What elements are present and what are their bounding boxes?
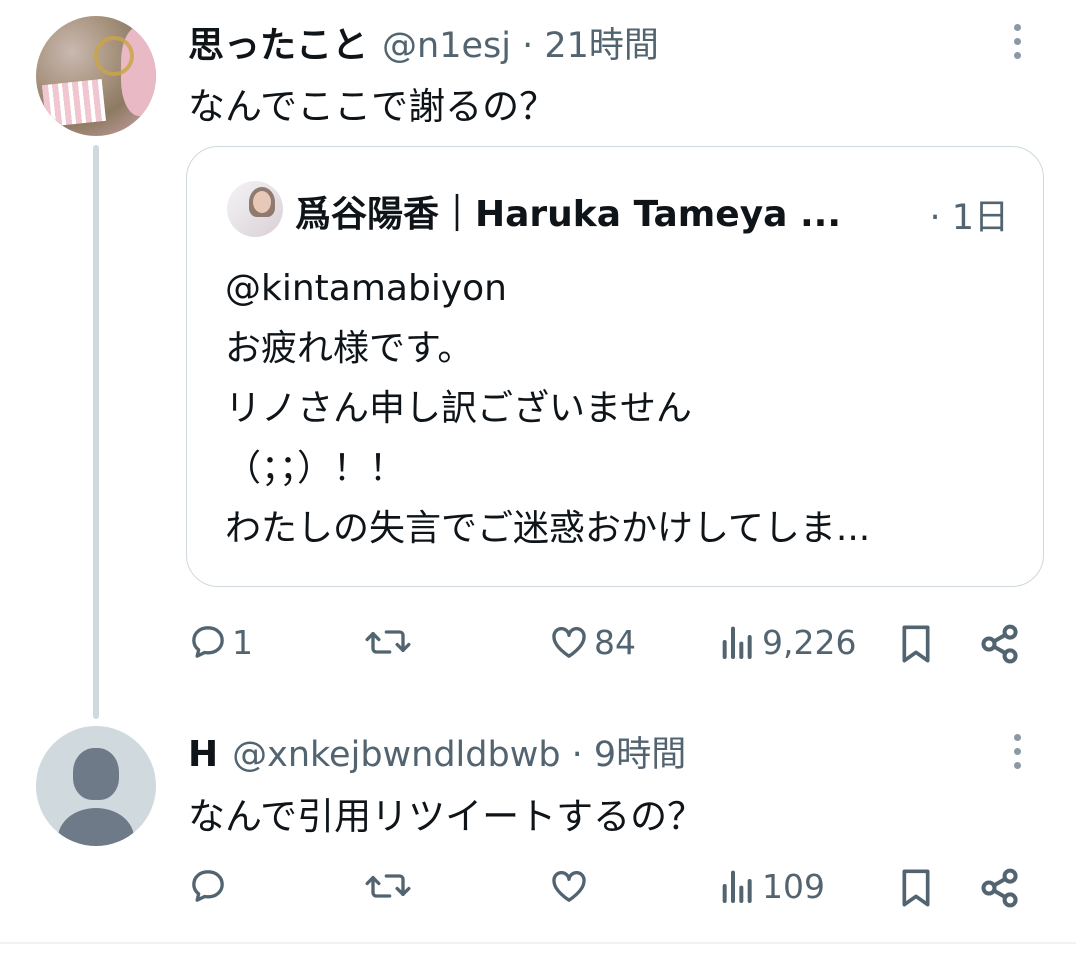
share-button[interactable] <box>978 622 1022 666</box>
like-icon <box>552 626 586 658</box>
reply-button[interactable] <box>188 866 232 906</box>
display-name[interactable]: H <box>188 734 218 775</box>
bookmark-button[interactable] <box>896 866 936 910</box>
default-avatar-body <box>58 808 134 846</box>
views-icon <box>722 626 752 659</box>
user-avatar[interactable] <box>36 726 156 846</box>
reply-button[interactable]: 1 <box>188 622 253 662</box>
like-icon <box>552 870 586 902</box>
tweet-header: 思ったこと @n1esj · 21時間 <box>188 16 659 68</box>
avatar-detail <box>94 36 134 76</box>
views-count: 9,226 <box>762 622 857 662</box>
tweet-text: なんでここで謝るの？ <box>188 85 557 128</box>
tweet-text: なんで引用リツイートするの？ <box>188 795 705 838</box>
quoted-time: · 1日 <box>929 198 1009 238</box>
like-button[interactable]: 84 <box>548 622 636 662</box>
bookmark-icon <box>902 625 930 663</box>
like-button[interactable] <box>548 866 594 906</box>
tweet-header: H @xnkejbwndldbwb · 9時間 <box>188 726 686 777</box>
default-avatar-head <box>73 748 119 800</box>
views-button[interactable]: 109 <box>718 866 825 906</box>
handle-and-time[interactable]: @xnkejbwndldbwb · 9時間 <box>232 726 686 777</box>
display-name[interactable]: 思ったこと <box>188 16 368 68</box>
quoted-tweet[interactable]: 爲谷陽香｜Haruka Tameya ... · 1日 @kintamabiyo… <box>186 146 1044 587</box>
avatar-detail <box>41 78 107 128</box>
like-count: 84 <box>594 622 636 662</box>
handle-and-time[interactable]: @n1esj · 21時間 <box>382 17 659 68</box>
retweet-button[interactable] <box>364 622 416 662</box>
thread-line <box>93 145 99 719</box>
views-count: 109 <box>762 866 825 906</box>
retweet-icon <box>365 630 411 654</box>
bookmark-icon <box>902 869 930 907</box>
share-icon <box>981 868 1018 908</box>
quoted-text: @kintamabiyon お疲れ様です。 リノさん申し訳ございません （；；）… <box>225 268 871 549</box>
quoted-header: 爲谷陽香｜Haruka Tameya ... <box>295 185 841 237</box>
reply-icon <box>192 626 224 658</box>
share-button[interactable] <box>978 866 1022 910</box>
views-button[interactable]: 9,226 <box>718 622 856 662</box>
avatar-detail <box>253 191 271 213</box>
retweet-button[interactable] <box>364 866 416 906</box>
bookmark-button[interactable] <box>896 622 936 666</box>
more-icon[interactable] <box>1014 734 1026 769</box>
quoted-name: 爲谷陽香｜Haruka Tameya ... <box>295 194 842 235</box>
reply-icon <box>192 870 224 902</box>
reply-count: 1 <box>232 622 253 662</box>
divider <box>0 942 1076 944</box>
retweet-icon <box>365 874 411 898</box>
quoted-avatar <box>227 181 283 237</box>
views-icon <box>722 870 752 903</box>
user-avatar[interactable] <box>36 16 156 136</box>
more-icon[interactable] <box>1014 24 1026 59</box>
share-icon <box>981 624 1018 664</box>
